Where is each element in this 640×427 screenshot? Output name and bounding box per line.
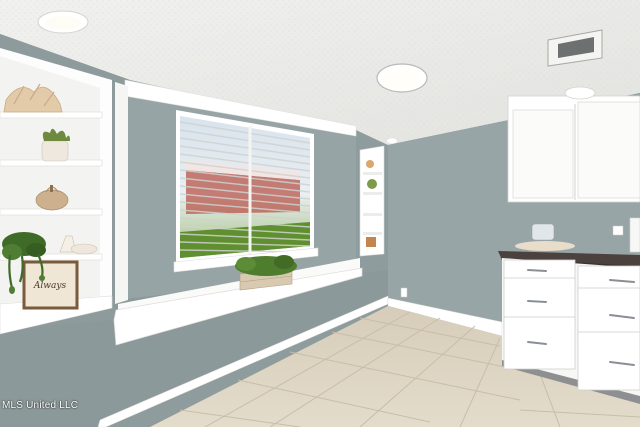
always-sign: Always — [22, 260, 79, 310]
left-shelving: Always — [0, 48, 113, 335]
room-photo: Always MLS United LLC — [0, 0, 640, 427]
room-illustration: Always — [0, 0, 640, 427]
plant-icon — [367, 179, 377, 189]
ceiling-light-fixture — [376, 63, 428, 93]
wall-outlet — [612, 225, 624, 236]
mls-watermark: MLS United LLC — [2, 400, 79, 411]
sign-text: Always — [33, 281, 67, 291]
wall-outlet — [400, 287, 408, 298]
upper-cabinet — [507, 95, 640, 203]
window — [173, 110, 319, 273]
planter-box — [235, 255, 297, 291]
right-shelving — [359, 145, 385, 257]
alcove-left-return — [115, 82, 128, 304]
recessed-light-small — [387, 138, 397, 144]
recessed-light-right — [564, 86, 596, 100]
drawer — [577, 331, 640, 391]
